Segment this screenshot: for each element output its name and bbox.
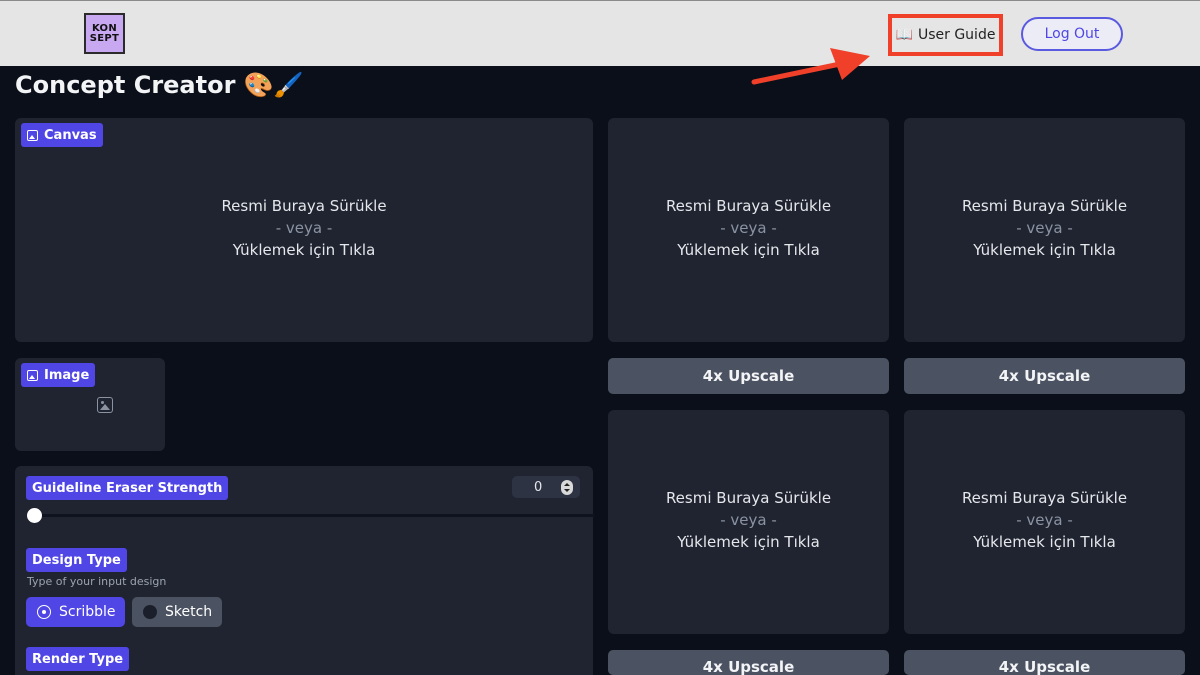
output-drop-text: Resmi Buraya Sürükle - veya - Yüklemek i… — [904, 487, 1185, 553]
top-bar: KON SEPT 📖 User Guide Log Out — [0, 0, 1200, 66]
drop-instruction: Resmi Buraya Sürükle — [961, 197, 1128, 215]
radio-sketch-label: Sketch — [165, 604, 213, 620]
drop-click: Yüklemek için Tıkla — [232, 241, 376, 259]
upscale-button-1[interactable]: 4x Upscale — [608, 358, 889, 394]
drop-click: Yüklemek için Tıkla — [973, 533, 1116, 551]
radio-unselected-icon — [143, 605, 157, 619]
upscale-button-4[interactable]: 4x Upscale — [904, 650, 1185, 675]
output-drop-text: Resmi Buraya Sürükle - veya - Yüklemek i… — [904, 195, 1185, 261]
drop-or: - veya - — [1016, 219, 1073, 237]
design-type-label: Design Type — [26, 548, 127, 572]
output-dropzone-1[interactable]: Resmi Buraya Sürükle - veya - Yüklemek i… — [608, 118, 889, 342]
user-guide-button[interactable]: 📖 User Guide — [888, 14, 1003, 56]
drop-click: Yüklemek için Tıkla — [973, 241, 1116, 259]
log-out-button[interactable]: Log Out — [1021, 17, 1123, 51]
drop-click: Yüklemek için Tıkla — [677, 533, 820, 551]
eraser-strength-input[interactable]: 0 — [512, 476, 580, 498]
canvas-drop-text: Resmi Buraya Sürükle - veya - Yüklemek i… — [15, 195, 593, 261]
output-dropzone-2[interactable]: Resmi Buraya Sürükle - veya - Yüklemek i… — [904, 118, 1185, 342]
canvas-label: Canvas — [21, 123, 103, 147]
radio-scribble-label: Scribble — [59, 604, 116, 620]
drop-or: - veya - — [1016, 511, 1073, 529]
upscale-button-2[interactable]: 4x Upscale — [904, 358, 1185, 394]
konsept-logo[interactable]: KON SEPT — [84, 13, 125, 54]
logo-line-2: SEPT — [89, 32, 120, 44]
image-placeholder-icon — [97, 397, 113, 413]
radio-scribble[interactable]: Scribble — [26, 597, 125, 627]
spinner-icon[interactable] — [561, 480, 573, 495]
page-title: Concept Creator 🎨🖌️ — [15, 71, 304, 99]
drop-click: Yüklemek için Tıkla — [677, 241, 820, 259]
controls-panel: Guideline Eraser Strength 0 Design Type … — [15, 466, 595, 675]
eraser-strength-value: 0 — [534, 479, 543, 495]
drop-instruction: Resmi Buraya Sürükle — [665, 489, 832, 507]
logo-line-1: KON — [91, 22, 118, 34]
output-drop-text: Resmi Buraya Sürükle - veya - Yüklemek i… — [608, 195, 889, 261]
image-label: Image — [21, 363, 96, 387]
drop-or: - veya - — [720, 219, 777, 237]
image-icon — [27, 369, 38, 381]
drop-or: - veya - — [275, 219, 333, 237]
book-icon: 📖 — [895, 27, 913, 43]
annotation-arrow-icon — [751, 48, 870, 85]
drop-instruction: Resmi Buraya Sürükle — [961, 489, 1128, 507]
user-guide-label: User Guide — [917, 27, 996, 43]
eraser-strength-slider[interactable] — [27, 514, 595, 517]
design-type-hint: Type of your input design — [27, 575, 167, 588]
drop-or: - veya - — [720, 511, 777, 529]
canvas-label-text: Canvas — [44, 127, 97, 143]
eraser-strength-label: Guideline Eraser Strength — [26, 476, 229, 500]
radio-sketch[interactable]: Sketch — [132, 597, 222, 627]
drop-instruction: Resmi Buraya Sürükle — [221, 197, 387, 215]
drop-instruction: Resmi Buraya Sürükle — [665, 197, 832, 215]
radio-selected-icon — [37, 605, 51, 619]
render-type-label: Render Type — [26, 647, 130, 671]
image-dropzone[interactable]: Image — [15, 358, 165, 451]
slider-thumb[interactable] — [27, 508, 42, 523]
image-label-text: Image — [44, 367, 90, 383]
canvas-dropzone[interactable]: Canvas Resmi Buraya Sürükle - veya - Yük… — [15, 118, 593, 342]
output-drop-text: Resmi Buraya Sürükle - veya - Yüklemek i… — [608, 487, 889, 553]
output-dropzone-3[interactable]: Resmi Buraya Sürükle - veya - Yüklemek i… — [608, 410, 889, 634]
image-icon — [27, 129, 38, 141]
upscale-button-3[interactable]: 4x Upscale — [608, 650, 889, 675]
output-dropzone-4[interactable]: Resmi Buraya Sürükle - veya - Yüklemek i… — [904, 410, 1185, 634]
